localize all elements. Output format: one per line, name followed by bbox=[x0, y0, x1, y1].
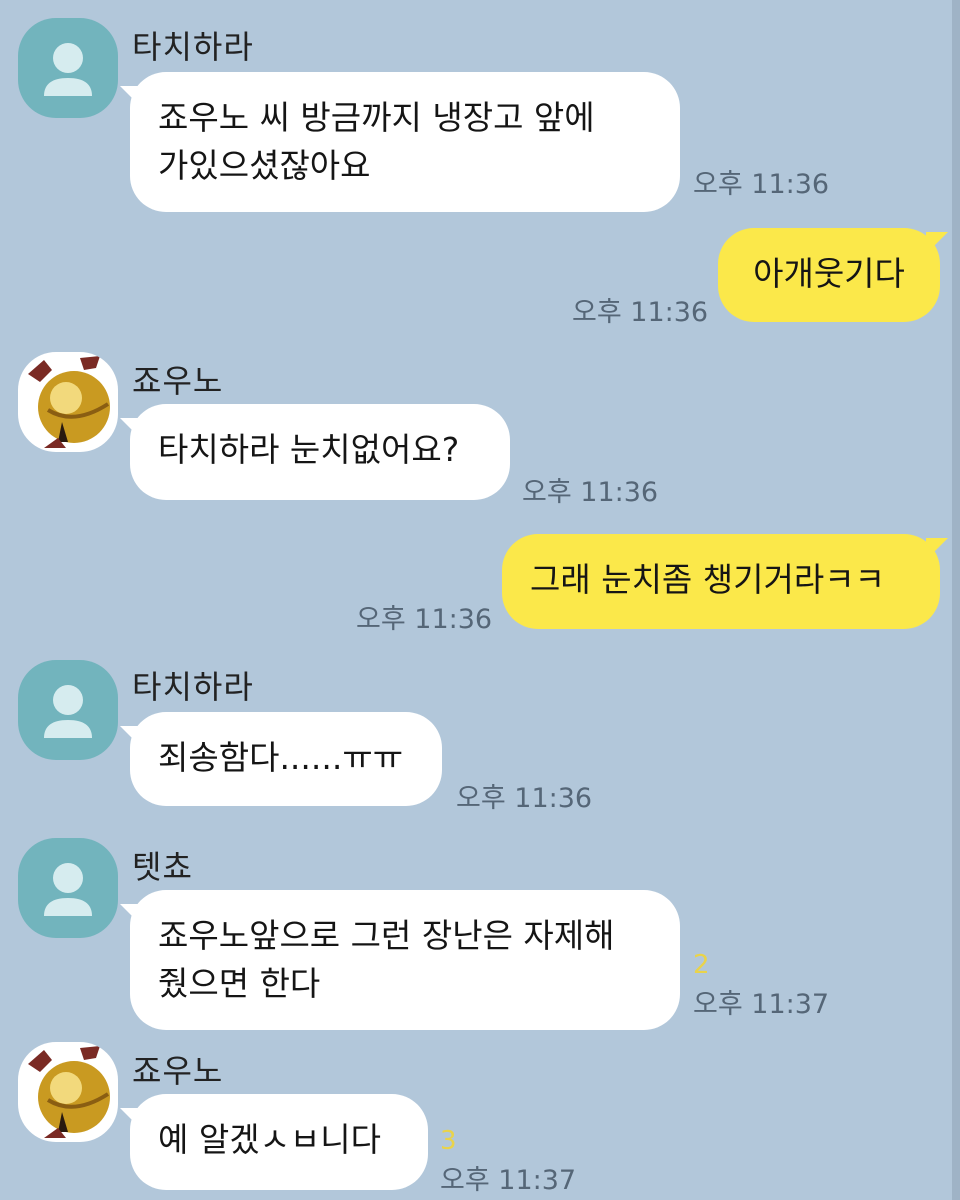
timestamp: 오후 11:36 bbox=[522, 477, 659, 508]
sender-name: 죠우노 bbox=[132, 1052, 224, 1090]
golden-bell-icon bbox=[28, 356, 110, 448]
unread-count: 3 bbox=[440, 1126, 457, 1156]
timestamp: 오후 11:36 bbox=[456, 783, 593, 814]
timestamp: 오후 11:36 bbox=[356, 604, 493, 635]
timestamp: 오후 11:37 bbox=[440, 1165, 577, 1196]
avatar-default[interactable] bbox=[18, 18, 118, 118]
golden-bell-icon bbox=[28, 1046, 110, 1138]
avatar-photo[interactable] bbox=[18, 1042, 118, 1142]
avatar-photo[interactable] bbox=[18, 352, 118, 452]
message-bubble[interactable]: 죠우노앞으로 그런 장난은 자제해 줬으면 한다 bbox=[130, 890, 680, 1030]
scrollbar[interactable] bbox=[952, 0, 960, 1200]
message-bubble[interactable]: 죄송함다......ㅠㅠ bbox=[130, 712, 442, 806]
message-bubble[interactable]: 예 알겠ㅅㅂ니다 bbox=[130, 1094, 428, 1190]
sender-name: 텟쵸 bbox=[132, 848, 193, 886]
unread-count: 2 bbox=[693, 950, 710, 980]
timestamp: 오후 11:36 bbox=[693, 169, 830, 200]
message-bubble[interactable]: 타치하라 눈치없어요? bbox=[130, 404, 510, 500]
person-silhouette-icon bbox=[44, 43, 92, 96]
tail-out bbox=[926, 538, 948, 560]
person-silhouette-icon bbox=[44, 685, 92, 738]
message-bubble[interactable]: 죠우노 씨 방금까지 냉장고 앞에 가있으셨잖아요 bbox=[130, 72, 680, 212]
tail-out bbox=[926, 232, 948, 254]
sender-name: 타치하라 bbox=[132, 28, 254, 66]
timestamp: 오후 11:36 bbox=[572, 297, 709, 328]
avatar-default[interactable] bbox=[18, 660, 118, 760]
sender-name: 죠우노 bbox=[132, 362, 224, 400]
message-bubble-outgoing[interactable]: 그래 눈치좀 챙기거라ㅋㅋ bbox=[502, 534, 940, 629]
message-bubble-outgoing[interactable]: 아개웃기다 bbox=[718, 228, 940, 322]
avatar-default[interactable] bbox=[18, 838, 118, 938]
person-silhouette-icon bbox=[44, 863, 92, 916]
sender-name: 타치하라 bbox=[132, 668, 254, 706]
timestamp: 오후 11:37 bbox=[693, 989, 830, 1020]
